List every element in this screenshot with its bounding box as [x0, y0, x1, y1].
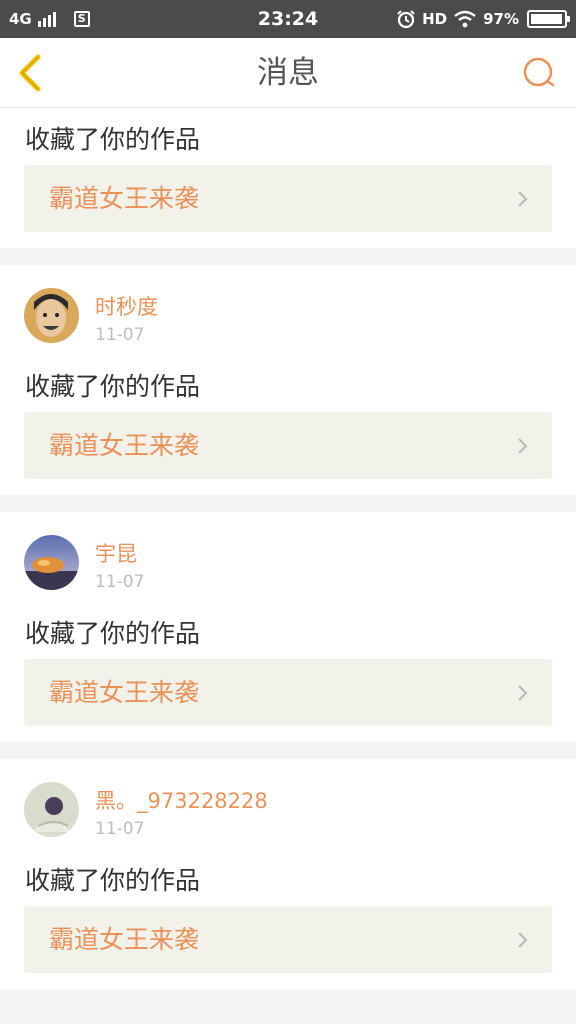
signal-icon — [37, 11, 56, 27]
message-card: 黑。_973228228 11-07 收藏了你的作品 霸道女王来袭 — [0, 759, 576, 989]
user-name[interactable]: 时秒度 — [95, 291, 158, 321]
alarm-icon — [397, 10, 415, 29]
hd-label: HD — [422, 10, 448, 28]
chevron-left-icon — [19, 54, 41, 92]
work-link[interactable]: 霸道女王来袭 — [24, 906, 552, 973]
message-date: 11-07 — [95, 325, 145, 345]
action-text: 收藏了你的作品 — [25, 372, 201, 401]
user-name[interactable]: 宇昆 — [95, 538, 137, 568]
back-button[interactable] — [10, 49, 54, 97]
wifi-icon — [454, 10, 476, 28]
network-type: 4G — [9, 10, 32, 28]
search-icon — [523, 57, 555, 87]
page-title: 消息 — [257, 55, 319, 91]
message-date: 11-07 — [95, 572, 145, 592]
work-title: 霸道女王来袭 — [49, 925, 200, 954]
avatar[interactable] — [24, 535, 79, 590]
message-card: 宇昆 11-07 收藏了你的作品 霸道女王来袭 — [0, 512, 576, 742]
work-link[interactable]: 霸道女王来袭 — [24, 165, 552, 232]
work-link[interactable]: 霸道女王来袭 — [24, 412, 552, 479]
header-bar: 消息 — [0, 38, 576, 108]
avatar[interactable] — [24, 288, 79, 343]
work-title: 霸道女王来袭 — [49, 431, 200, 460]
status-bar: 4G S 23:24 HD 97% — [0, 0, 576, 38]
status-right: HD 97% — [396, 0, 570, 38]
avatar[interactable] — [24, 782, 79, 837]
chevron-right-icon — [518, 191, 528, 207]
message-card: 柏羽 11-07 收藏了你的作品 霸道女王来袭 — [0, 108, 576, 248]
chevron-right-icon — [518, 685, 528, 701]
work-title: 霸道女王来袭 — [49, 184, 200, 213]
battery-percent: 97% — [483, 10, 519, 28]
status-left: 4G S — [9, 0, 90, 38]
battery-icon — [527, 10, 570, 28]
user-name[interactable]: 黑。_973228228 — [95, 785, 268, 815]
work-link[interactable]: 霸道女王来袭 — [24, 659, 552, 726]
action-text: 收藏了你的作品 — [25, 866, 201, 895]
chevron-right-icon — [518, 438, 528, 454]
action-text: 收藏了你的作品 — [25, 619, 201, 648]
message-date: 11-07 — [95, 819, 145, 839]
message-list[interactable]: 柏羽 11-07 收藏了你的作品 霸道女王来袭 — [0, 108, 576, 1024]
message-card: 时秒度 11-07 收藏了你的作品 霸道女王来袭 — [0, 265, 576, 495]
search-button[interactable] — [520, 54, 558, 92]
sim-card-icon: S — [73, 11, 90, 27]
chevron-right-icon — [518, 932, 528, 948]
work-title: 霸道女王来袭 — [49, 678, 200, 707]
action-text: 收藏了你的作品 — [25, 125, 201, 154]
